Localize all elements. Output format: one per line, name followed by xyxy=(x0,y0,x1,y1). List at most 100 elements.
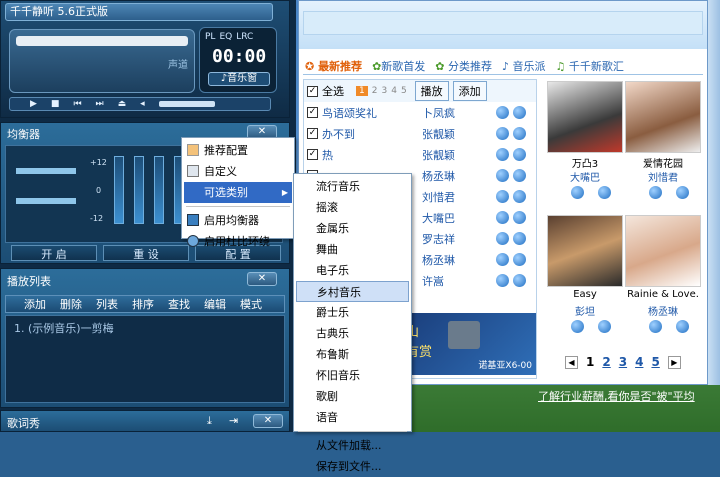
eq-enable-button[interactable]: 开 启 xyxy=(11,245,97,261)
playlist-delete-button[interactable]: 删除 xyxy=(60,296,82,312)
submenu-item[interactable]: 布鲁斯 xyxy=(296,344,409,365)
add-icon[interactable] xyxy=(513,169,526,182)
eq-band-slider[interactable] xyxy=(154,156,164,224)
menu-item-load-file[interactable]: 从文件加载... xyxy=(296,435,409,456)
add-icon[interactable] xyxy=(513,127,526,140)
add-icon[interactable] xyxy=(598,186,611,199)
listen-icon[interactable] xyxy=(571,320,584,333)
add-icon[interactable] xyxy=(513,190,526,203)
song-artist[interactable]: 刘惜君 xyxy=(422,189,492,205)
play-icon[interactable]: ▶ xyxy=(30,99,37,109)
listen-icon[interactable] xyxy=(571,186,584,199)
add-icon[interactable] xyxy=(513,232,526,245)
ad-banner[interactable]: 山 有赏 诺基亚X6-00 xyxy=(400,313,536,375)
mini-page[interactable]: 4 xyxy=(391,86,397,96)
submenu-item[interactable]: 怀旧音乐 xyxy=(296,365,409,386)
page-link[interactable]: 2 xyxy=(602,355,610,369)
song-title[interactable]: 热 xyxy=(322,147,400,163)
eq-band-slider[interactable] xyxy=(114,156,124,224)
add-icon[interactable] xyxy=(513,106,526,119)
listen-icon[interactable] xyxy=(496,106,509,119)
add-icon[interactable] xyxy=(513,253,526,266)
submenu-item[interactable]: 电子乐 xyxy=(296,260,409,281)
mini-page[interactable]: 2 xyxy=(372,86,378,96)
lyrics-toggle[interactable]: LRC xyxy=(236,32,253,42)
menu-item-recommended-config[interactable]: 推荐配置 xyxy=(184,140,292,161)
tab-categories[interactable]: ✿ 分类推荐 xyxy=(435,58,492,74)
previous-icon[interactable]: ⏮ xyxy=(73,99,81,109)
preamp-slider[interactable] xyxy=(16,168,76,174)
song-artist[interactable]: 大嘴巴 xyxy=(422,210,492,226)
listen-icon[interactable] xyxy=(496,169,509,182)
song-title[interactable]: 办不到 xyxy=(322,126,400,142)
song-artist[interactable]: 罗志祥 xyxy=(422,231,492,247)
page-link[interactable]: 5 xyxy=(651,355,659,369)
eject-icon[interactable]: ⏏ xyxy=(118,99,127,109)
playlist-add-button[interactable]: 添加 xyxy=(24,296,46,312)
equalizer-toggle[interactable]: EQ xyxy=(219,32,232,42)
add-icon[interactable] xyxy=(513,211,526,224)
album-artist[interactable]: 大嘴巴 xyxy=(547,169,623,184)
submenu-item[interactable]: 古典乐 xyxy=(296,323,409,344)
tab-new-songs[interactable]: ✿新歌首发 xyxy=(372,58,425,74)
music-window-button[interactable]: ♪音乐窗 xyxy=(208,72,270,86)
balance-slider[interactable] xyxy=(16,198,76,204)
listen-icon[interactable] xyxy=(649,186,662,199)
volume-slider[interactable] xyxy=(158,101,215,107)
next-page-icon[interactable]: ▶ xyxy=(667,355,681,369)
song-checkbox[interactable]: ✓ xyxy=(307,149,318,160)
browser-scrollbar[interactable] xyxy=(708,0,720,385)
menu-item-save-file[interactable]: 保存到文件... xyxy=(296,456,409,477)
prev-page-icon[interactable]: ◀ xyxy=(565,355,578,369)
submenu-item[interactable]: 舞曲 xyxy=(296,239,409,260)
eq-reset-button[interactable]: 重 设 xyxy=(103,245,189,261)
listen-icon[interactable] xyxy=(649,320,662,333)
submenu-item[interactable]: 金属乐 xyxy=(296,218,409,239)
submenu-item[interactable]: 流行音乐 xyxy=(296,176,409,197)
eq-band-slider[interactable] xyxy=(134,156,144,224)
pin-icon[interactable]: ⇥ xyxy=(229,414,238,427)
add-icon[interactable] xyxy=(676,186,689,199)
add-selected-button[interactable]: 添加 xyxy=(452,81,487,101)
select-all-checkbox[interactable]: ✓ xyxy=(307,85,318,97)
menu-item-categories[interactable]: 可选类别 ▶ xyxy=(184,182,292,203)
listen-icon[interactable] xyxy=(496,190,509,203)
listen-icon[interactable] xyxy=(496,148,509,161)
listen-icon[interactable] xyxy=(496,253,509,266)
title-bar[interactable]: 千千静听 5.6正式版 xyxy=(5,3,273,21)
add-icon[interactable] xyxy=(676,320,689,333)
submenu-item[interactable]: 摇滚 xyxy=(296,197,409,218)
playlist-mode-button[interactable]: 模式 xyxy=(240,296,262,312)
menu-item-dolby[interactable]: 启用杜比环绕 xyxy=(184,231,292,252)
menu-item-enable-eq[interactable]: 启用均衡器 xyxy=(184,210,292,231)
playlist-list-button[interactable]: 列表 xyxy=(96,296,118,312)
song-checkbox[interactable]: ✓ xyxy=(307,107,318,118)
song-artist[interactable]: 张靓颖 xyxy=(422,147,492,163)
next-icon[interactable]: ⏭ xyxy=(96,99,104,109)
album-artist[interactable]: 杨丞琳 xyxy=(625,303,701,318)
page-link[interactable]: 3 xyxy=(619,355,627,369)
page-link[interactable]: 4 xyxy=(635,355,643,369)
submenu-item[interactable]: 歌剧 xyxy=(296,386,409,407)
play-selected-button[interactable]: 播放 xyxy=(414,81,449,101)
page-link[interactable]: 1 xyxy=(586,355,594,369)
song-title[interactable]: 鸟语颂奖礼 xyxy=(322,105,400,121)
seek-bar[interactable] xyxy=(16,36,188,46)
tab-music-party[interactable]: ♪ 音乐派 xyxy=(502,58,546,74)
playlist-toggle[interactable]: PL xyxy=(205,32,215,42)
playlist-edit-button[interactable]: 编辑 xyxy=(204,296,226,312)
add-icon[interactable] xyxy=(513,148,526,161)
submenu-item[interactable]: 爵士乐 xyxy=(296,302,409,323)
album-cover[interactable] xyxy=(625,215,701,287)
playlist-item[interactable]: 1. (示例音乐)一剪梅 xyxy=(6,316,284,340)
menu-item-custom[interactable]: 自定义 xyxy=(184,161,292,182)
tab-new-song-mix[interactable]: ♫ 千千新歌汇 xyxy=(556,58,624,74)
song-artist[interactable]: 许嵩 xyxy=(422,273,492,289)
tab-latest[interactable]: ✪ 最新推荐 xyxy=(305,58,362,74)
playlist-find-button[interactable]: 查找 xyxy=(168,296,190,312)
song-artist[interactable]: 杨丞琳 xyxy=(422,168,492,184)
add-icon[interactable] xyxy=(598,320,611,333)
listen-icon[interactable] xyxy=(496,274,509,287)
album-artist[interactable]: 刘惜君 xyxy=(625,169,701,184)
playlist-sort-button[interactable]: 排序 xyxy=(132,296,154,312)
